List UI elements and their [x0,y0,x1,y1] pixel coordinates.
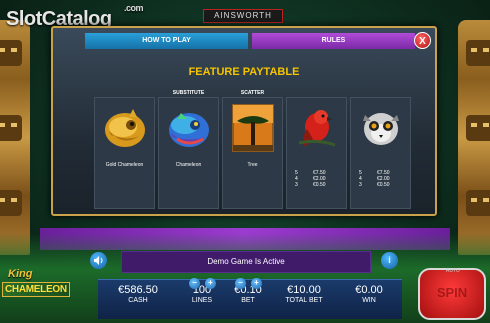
stats-bar: €586.50 CASH − + 100 LINES − + €0.10 BET… [98,278,402,319]
bet-plus-button[interactable]: + [251,278,262,289]
symbol-card-bird: 5 €7.50 4 €2.00 3 €0.50 [286,97,347,209]
lines-stat: − + 100 LINES [182,278,222,306]
spin-label: SPIN [436,285,468,300]
tree-icon [232,104,274,152]
game-screen: SlotCatalog .com AINSWORTH HOW TO PLAY R… [0,0,490,323]
gold-chameleon-icon [105,109,145,147]
red-bird-icon [298,110,336,147]
spin-button[interactable]: AUTO SPIN [418,268,486,320]
lemur-icon [363,113,399,145]
autoplay-label[interactable]: AUTO [446,268,460,274]
win-stat: €0.00 WIN [342,284,396,306]
totem-face [0,115,22,141]
lines-value: 100 [192,284,212,296]
totem-face [466,115,490,141]
lines-minus-button[interactable]: − [189,278,200,289]
cash-value: €586.50 [118,284,158,296]
paytable-panel: HOW TO PLAY RULES X FEATURE PAYTABLE Gol… [51,26,437,216]
game-logo: King CHAMELEON [2,268,94,320]
game-logo-line2: CHAMELEON [2,282,70,297]
payout-list: 5 €7.50 4 €2.00 3 €0.50 [359,170,395,188]
symbol-card-chameleon: SUBSTITUTE Chameleon [158,90,219,209]
close-button[interactable]: X [414,32,431,49]
game-logo-line1: King [8,268,33,280]
tab-rules[interactable]: RULES [252,33,415,49]
provider-logo: AINSWORTH [203,9,283,23]
speaker-icon [94,256,103,265]
total-bet-stat: €10.00 TOTAL BET [276,284,332,306]
symbol-name: Gold Chameleon [105,162,144,168]
tab-how-to-play[interactable]: HOW TO PLAY [85,33,248,49]
bet-value: €0.10 [234,284,262,296]
symbol-card-gold-chameleon: Gold Chameleon [94,97,155,209]
cash-stat: €586.50 CASH [108,284,168,306]
status-message: Demo Game Is Active [121,251,371,273]
payout-list: 5 €7.50 4 €2.00 3 €0.50 [295,170,331,188]
win-value: €0.00 [355,284,383,296]
symbol-card-lemur: 5 €7.50 4 €2.00 3 €0.50 [350,97,411,209]
totem-face [0,190,22,216]
symbol-top-label: SCATTER [240,90,265,96]
bet-label: BET [241,297,255,304]
symbol-top-label: SUBSTITUTE [172,90,205,96]
symbol-card-tree: SCATTER Tree [222,90,283,209]
win-label: WIN [362,297,376,304]
payout-row: 3 €0.50 [359,182,390,188]
paytable-tabs: HOW TO PLAY RULES [85,33,415,49]
symbol-cards: Gold Chameleon SUBSTITUTE Chameleon SCAT… [94,90,413,209]
total-bet-value: €10.00 [287,284,321,296]
totem-face [466,40,490,66]
paytable-title: FEATURE PAYTABLE [188,66,300,78]
bet-stat: − + €0.10 BET [226,278,270,306]
totem-face [0,40,22,66]
chameleon-icon [169,113,209,147]
bet-minus-button[interactable]: − [235,278,246,289]
symbol-name: Tree [247,162,258,168]
info-button[interactable]: i [381,252,398,269]
sound-button[interactable] [90,252,107,269]
payout-row: 3 €0.50 [295,182,326,188]
symbol-name: Chameleon [175,162,202,168]
cash-label: CASH [128,297,148,304]
totem-right [458,20,490,255]
totem-face [466,190,490,216]
lines-plus-button[interactable]: + [205,278,216,289]
site-logo-suffix: .com [124,3,144,13]
lines-label: LINES [191,297,213,304]
totem-left [0,20,30,255]
total-bet-label: TOTAL BET [285,297,323,304]
